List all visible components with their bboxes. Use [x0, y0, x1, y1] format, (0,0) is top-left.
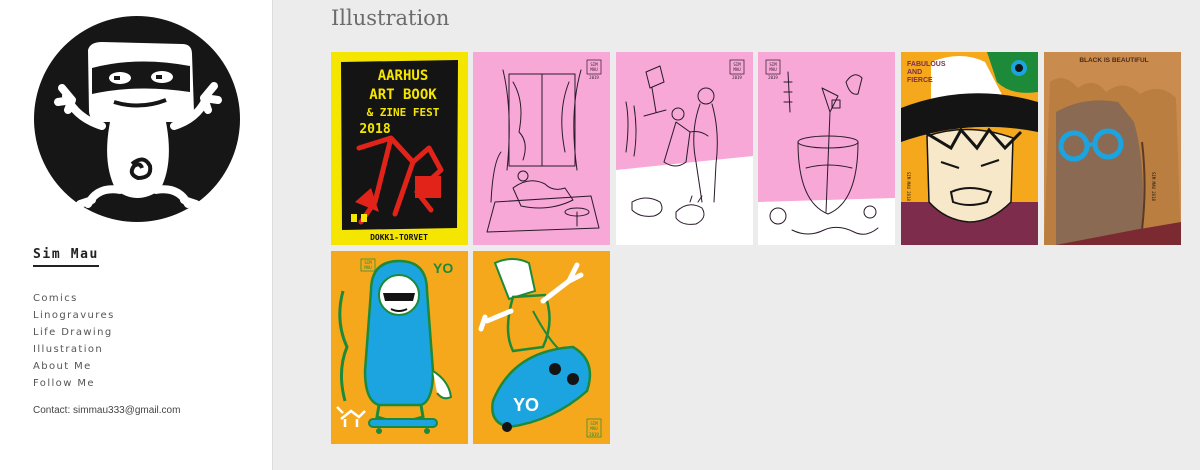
nav-item-comics: Comics: [33, 286, 115, 304]
aarhus-art-book-zine-fest-poster-icon: AARHUS ART BOOK & ZINE FEST 2018 DOKK1-T…: [331, 52, 468, 245]
site-title-link[interactable]: Sim Mau: [33, 247, 99, 267]
nav-item-illustration: Illustration: [33, 337, 115, 355]
poster-line-4: 2018: [359, 122, 390, 137]
black-is-beautiful-portrait-icon: BLACK IS BEAUTIFUL SIM MAU 2018: [1044, 52, 1181, 245]
sim-mau-logo-icon: [34, 16, 240, 222]
signature-line-2: MAU: [590, 426, 598, 431]
signature-line-2: MAU: [733, 67, 741, 72]
signature-line-3: 2019: [732, 75, 742, 80]
poster-line-2: AND: [907, 69, 922, 76]
nav-link-follow-me[interactable]: Follow Me: [33, 378, 95, 389]
signature-line-3: 2019: [589, 432, 599, 437]
poster-line-2: ART BOOK: [369, 87, 437, 103]
gallery-item-fishbowl[interactable]: SIM MAU 2019: [758, 52, 895, 245]
fishbowl-vase-still-life-icon: SIM MAU 2019: [758, 52, 895, 245]
side-signature: SIM MAU 2018: [906, 172, 911, 201]
skateboarder-yo-drawing-icon: YO SIM MAU 2019: [473, 251, 610, 444]
nav-item-linogravures: Linogravures: [33, 303, 115, 321]
gallery-item-skateboarder[interactable]: YO SIM MAU 2019: [473, 251, 610, 444]
woman-reading-room-drawing-icon: SIM MAU 2019: [473, 52, 610, 245]
poster-line-3: & ZINE FEST: [367, 106, 440, 119]
sidebar: Sim Mau Comics Linogravures Life Drawing…: [0, 0, 273, 470]
poster-footer: DOKK1-TORVET: [370, 233, 428, 242]
poster-line-1: AARHUS: [378, 68, 429, 84]
gallery-item-fabulous-and-fierce[interactable]: FABULOUS AND FIERCE SIM MAU 2018: [901, 52, 1038, 245]
page-title: Illustration: [331, 6, 450, 30]
nav-item-follow-me: Follow Me: [33, 371, 115, 389]
side-signature: SIM MAU 2018: [1151, 172, 1156, 201]
nav-item-life-drawing: Life Drawing: [33, 320, 115, 338]
signature-line-3: 2019: [768, 75, 778, 80]
yo-text: YO: [513, 395, 539, 415]
fabulous-and-fierce-portrait-icon: FABULOUS AND FIERCE SIM MAU 2018: [901, 52, 1038, 245]
poster-line-1: FABULOUS: [907, 61, 946, 68]
gallery-item-couple-with-cat[interactable]: SIM MAU 2019: [616, 52, 753, 245]
signature-line-2: MAU: [590, 67, 598, 72]
gallery-item-woman-reading[interactable]: SIM MAU 2019: [473, 52, 610, 245]
hooded-figure-with-dog-icon: YO SIM MAU: [331, 251, 468, 444]
yo-text: YO: [433, 260, 453, 276]
gallery-item-aarhus-poster[interactable]: AARHUS ART BOOK & ZINE FEST 2018 DOKK1-T…: [331, 52, 468, 245]
signature-line-2: MAU: [364, 265, 372, 270]
gallery-item-hooded-figure[interactable]: YO SIM MAU: [331, 251, 468, 444]
couple-with-sleeping-cat-drawing-icon: SIM MAU 2019: [616, 52, 753, 245]
contact-info: Contact: simmau333@gmail.com: [33, 405, 181, 416]
gallery-item-black-is-beautiful[interactable]: BLACK IS BEAUTIFUL SIM MAU 2018: [1044, 52, 1181, 245]
signature-line-2: MAU: [769, 67, 777, 72]
poster-title: BLACK IS BEAUTIFUL: [1079, 57, 1148, 64]
signature-line-3: 2019: [589, 75, 599, 80]
main-nav: Comics Linogravures Life Drawing Illustr…: [33, 286, 115, 389]
poster-line-3: FIERCE: [907, 77, 933, 84]
nav-item-about-me: About Me: [33, 354, 115, 372]
